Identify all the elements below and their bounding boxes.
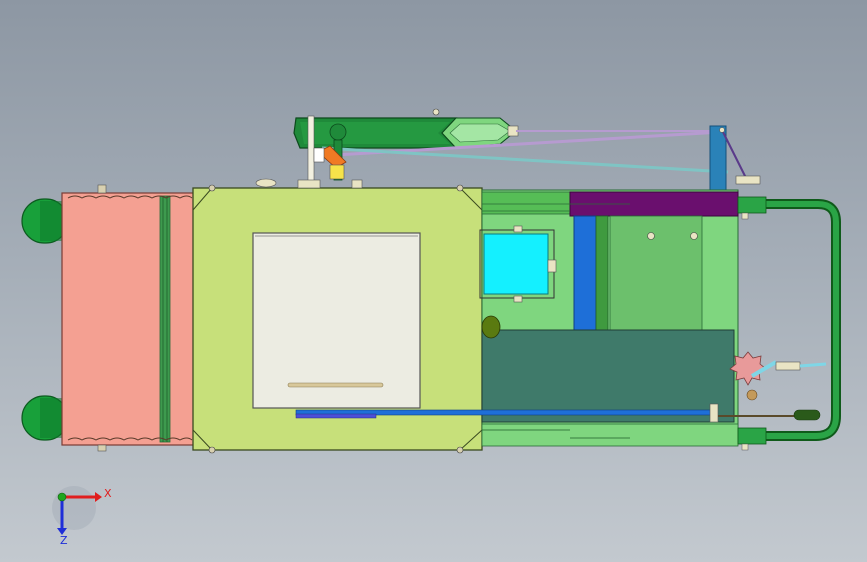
x-axis-arrowhead-icon	[95, 492, 102, 502]
left-roller-top[interactable]	[21, 198, 69, 244]
right-bracket[interactable]	[709, 125, 761, 191]
green-lever-arm[interactable]	[293, 108, 519, 149]
salmon-tank[interactable]	[61, 184, 195, 452]
x-axis-label: X	[104, 487, 112, 500]
left-roller-bottom[interactable]	[21, 395, 69, 441]
return-pipe[interactable]	[737, 196, 841, 451]
coordinate-triad: X Z	[52, 486, 112, 547]
inspection-panel[interactable]	[252, 232, 421, 409]
cyan-gauge-box[interactable]	[479, 225, 557, 303]
star-handwheel[interactable]	[729, 351, 827, 401]
z-axis-label: Z	[60, 534, 68, 547]
olive-knob[interactable]	[481, 315, 501, 339]
cad-model-viewport[interactable]: X Z	[0, 0, 867, 562]
y-axis-origin-icon	[57, 492, 67, 502]
